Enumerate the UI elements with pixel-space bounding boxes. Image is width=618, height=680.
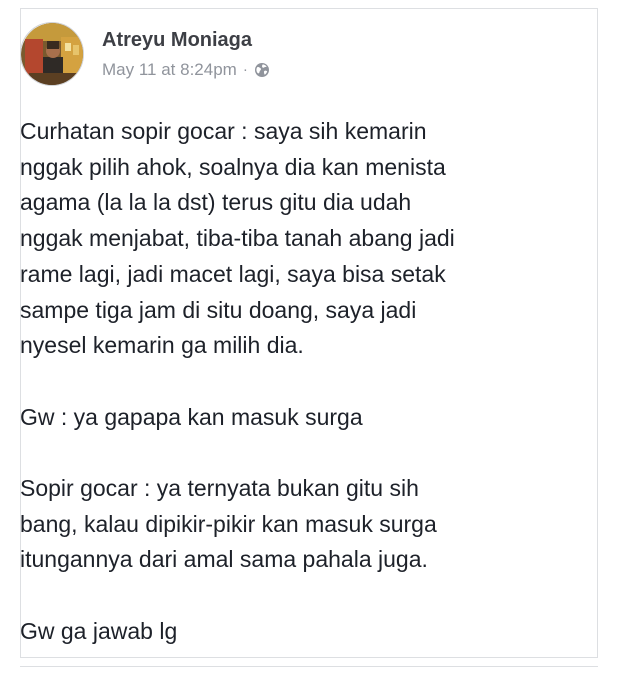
post-meta: Atreyu Moniaga May 11 at 8:24pm · [102, 28, 270, 80]
post-paragraph: Curhatan sopir gocar : saya sih kemarin … [20, 118, 455, 359]
globe-icon[interactable] [254, 62, 270, 78]
post-text: Curhatan sopir gocar : saya sih kemarin … [20, 114, 580, 650]
divider [20, 666, 598, 667]
author-name[interactable]: Atreyu Moniaga [102, 28, 270, 52]
avatar[interactable] [20, 22, 84, 86]
post-paragraph: Gw : ya gapapa kan masuk surga [20, 403, 363, 430]
post-paragraph: Gw ga jawab lg [20, 617, 178, 644]
post-subline: May 11 at 8:24pm · [102, 60, 270, 80]
separator-dot: · [242, 61, 248, 78]
post-timestamp[interactable]: May 11 at 8:24pm [102, 60, 237, 80]
profile-photo-icon [21, 23, 83, 85]
post-header: Atreyu Moniaga May 11 at 8:24pm · [20, 22, 270, 86]
post-paragraph: Sopir gocar : ya ternyata bukan gitu sih… [20, 475, 437, 573]
